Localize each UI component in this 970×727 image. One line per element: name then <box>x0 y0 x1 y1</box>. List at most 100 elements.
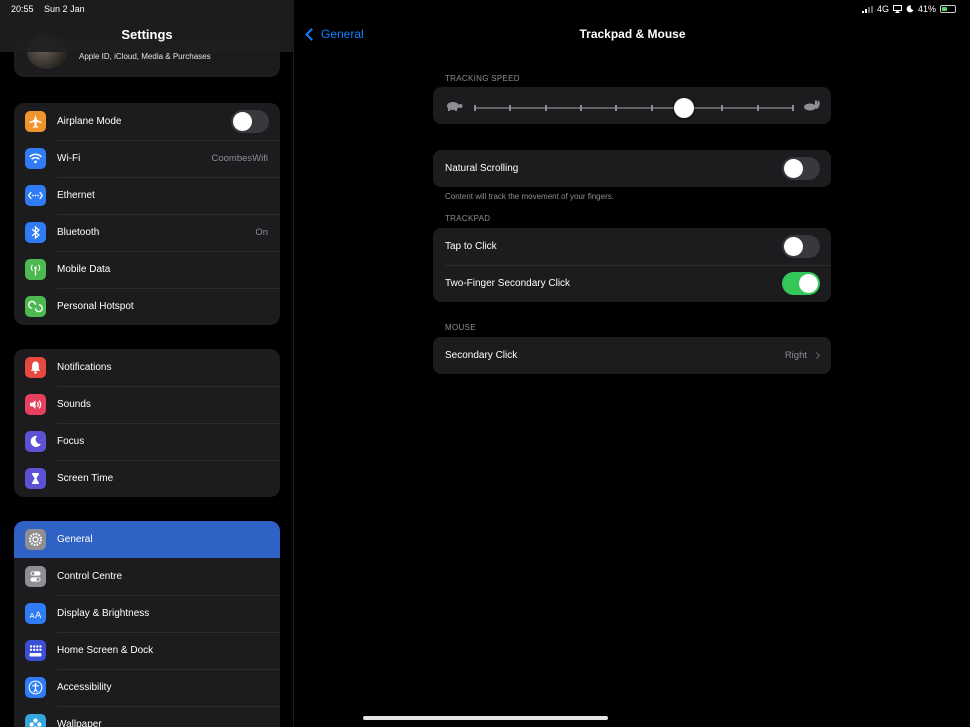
status-time: 20:55 <box>11 4 34 14</box>
sidebar-item-label: Airplane Mode <box>57 116 122 127</box>
secondary-click-row[interactable]: Secondary Click Right <box>433 337 831 374</box>
slider-tick <box>544 105 547 111</box>
bell-icon <box>25 357 46 378</box>
tracking-speed-slider[interactable] <box>474 98 794 118</box>
sidebar-group-general: General Control Centre A A Display & Brightn… <box>14 521 280 727</box>
tortoise-icon <box>447 102 463 111</box>
profile-subtitle: Apple ID, iCloud, Media & Purchases <box>79 52 211 61</box>
sidebar-item-label: Personal Hotspot <box>57 301 134 312</box>
sidebar-item-label: Focus <box>57 436 85 447</box>
wifi-icon <box>25 148 46 169</box>
natural-scrolling-row: Natural Scrolling <box>433 150 831 187</box>
sidebar-item-bluetooth[interactable]: Bluetooth On <box>14 214 280 251</box>
sidebar-item-value: CoombesWifi <box>211 153 269 164</box>
tracking-speed-card <box>433 87 831 124</box>
sidebar-item-home-screen-dock[interactable]: Home Screen & Dock <box>14 632 280 669</box>
sidebar-item-wallpaper[interactable]: Wallpaper <box>14 706 280 727</box>
tap-to-click-toggle[interactable] <box>782 235 820 258</box>
sidebar-item-mobile-data[interactable]: Mobile Data <box>14 251 280 288</box>
screen-mirroring-icon <box>892 5 902 13</box>
natural-scrolling-footer: Content will track the movement of your … <box>445 192 614 201</box>
secondary-click-value: Right <box>784 350 807 361</box>
sidebar-item-label: Bluetooth <box>57 227 100 238</box>
two-finger-row: Two-Finger Secondary Click <box>433 265 831 302</box>
flower-icon <box>25 714 46 727</box>
slider-knob[interactable] <box>673 98 694 118</box>
network-label: 4G <box>876 4 889 14</box>
hare-icon <box>804 100 820 111</box>
sidebar-item-label: Mobile Data <box>57 264 111 275</box>
sidebar-item-label: Ethernet <box>57 190 95 201</box>
home-indicator[interactable] <box>363 716 608 720</box>
detail-pane: General Trackpad & Mouse TRACKING SPEED … <box>295 0 970 727</box>
moon-icon <box>906 5 914 13</box>
sidebar: Settings Apple ID, iCloud, Media & Purch… <box>0 0 294 727</box>
sidebar-item-label: Wallpaper <box>57 719 102 727</box>
sidebar-item-general[interactable]: General <box>14 521 280 558</box>
sidebar-item-screen-time[interactable]: Screen Time <box>14 460 280 497</box>
tracking-speed-header: TRACKING SPEED <box>445 74 520 83</box>
slider-tick <box>721 105 724 111</box>
mouse-header: MOUSE <box>445 323 476 332</box>
sidebar-item-sounds[interactable]: Sounds <box>14 386 280 423</box>
svg-text:A: A <box>35 610 42 620</box>
page-title: Trackpad & Mouse <box>579 27 686 41</box>
slider-tick <box>509 105 512 111</box>
sidebar-item-wi-fi[interactable]: Wi-Fi CoombesWifi <box>14 140 280 177</box>
sidebar-item-accessibility[interactable]: Accessibility <box>14 669 280 706</box>
ethernet-icon <box>25 185 46 206</box>
sidebar-item-display-brightness[interactable]: A A Display & Brightness <box>14 595 280 632</box>
battery-percent: 41% <box>917 4 936 14</box>
sidebar-item-label: General <box>57 534 93 545</box>
toggles-icon <box>25 566 46 587</box>
two-finger-toggle[interactable] <box>782 272 820 295</box>
sidebar-item-ethernet[interactable]: Ethernet <box>14 177 280 214</box>
sidebar-item-value: On <box>255 227 268 238</box>
slider-tick <box>615 105 618 111</box>
sidebar-item-label: Accessibility <box>57 682 112 693</box>
sidebar-item-label: Notifications <box>57 362 112 373</box>
sidebar-item-focus[interactable]: Focus <box>14 423 280 460</box>
sidebar-item-personal-hotspot[interactable]: Personal Hotspot <box>14 288 280 325</box>
status-date: Sun 2 Jan <box>44 4 85 14</box>
natural-scrolling-label: Natural Scrolling <box>445 163 519 174</box>
natural-scrolling-toggle[interactable] <box>782 157 820 180</box>
speaker-icon <box>25 394 46 415</box>
sidebar-item-control-centre[interactable]: Control Centre <box>14 558 280 595</box>
sidebar-item-notifications[interactable]: Notifications <box>14 349 280 386</box>
antenna-icon <box>25 259 46 280</box>
status-bar: 20:55 Sun 2 Jan 4G 41% <box>0 0 970 18</box>
trackpad-header: TRACKPAD <box>445 214 491 223</box>
slider-tick <box>792 105 794 111</box>
tap-to-click-label: Tap to Click <box>445 241 497 252</box>
natural-scrolling-card: Natural Scrolling <box>433 150 831 187</box>
secondary-click-label: Secondary Click <box>445 350 518 361</box>
signal-icon <box>861 5 873 13</box>
slider-tick <box>650 105 653 111</box>
tap-to-click-row: Tap to Click <box>433 228 831 265</box>
airplane-mode-toggle[interactable] <box>231 110 269 133</box>
mouse-card: Secondary Click Right <box>433 337 831 374</box>
sidebar-item-label: Wi-Fi <box>57 153 81 164</box>
moon-icon <box>25 431 46 452</box>
sidebar-item-label: Sounds <box>57 399 91 410</box>
hourglass-icon <box>25 468 46 489</box>
sidebar-title: Settings <box>121 27 173 42</box>
grid-icon <box>25 640 46 661</box>
battery-icon <box>940 5 956 13</box>
accessibility-icon <box>25 677 46 698</box>
sidebar-item-label: Screen Time <box>57 473 114 484</box>
slider-tick <box>580 105 582 111</box>
sidebar-group-connectivity: Airplane Mode Wi-Fi CoombesWifi Ethernet Blu… <box>14 103 280 325</box>
airplane-icon <box>25 111 46 132</box>
sidebar-group-notifications: Notifications Sounds Focus Screen Time <box>14 349 280 497</box>
sidebar-item-label: Home Screen & Dock <box>57 645 154 656</box>
sidebar-item-airplane-mode[interactable]: Airplane Mode <box>14 103 280 140</box>
bluetooth-icon <box>25 222 46 243</box>
chevron-right-icon <box>812 351 821 360</box>
hotspot-icon <box>25 296 46 317</box>
sidebar-item-label: Control Centre <box>57 571 123 582</box>
gear-icon <box>25 529 46 550</box>
slider-tick <box>474 105 476 111</box>
sidebar-item-label: Display & Brightness <box>57 608 150 619</box>
